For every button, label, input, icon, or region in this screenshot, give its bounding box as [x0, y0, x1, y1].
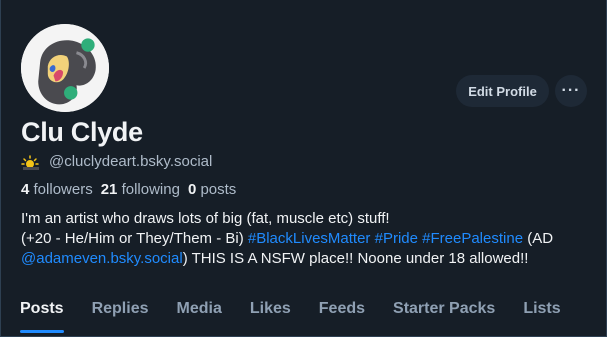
tab-label: Replies — [91, 300, 149, 317]
bio-text: (AD — [523, 230, 554, 247]
tab-replies[interactable]: Replies — [78, 290, 163, 336]
tab-label: Feeds — [318, 300, 366, 317]
handle-row: @cluclydeart.bsky.social — [21, 153, 212, 170]
mention-link[interactable]: @adameven.bsky.social — [21, 250, 183, 267]
profile-stats: 4 followers 21 following 0 posts — [21, 181, 236, 198]
ellipsis-icon: ··· — [561, 82, 581, 99]
profile-tabs: Posts Replies Media Likes Feeds Starter … — [1, 290, 606, 337]
posts-stat: 0 posts — [188, 181, 236, 198]
followers-label: followers — [33, 181, 93, 198]
tab-starter-packs[interactable]: Starter Packs — [379, 290, 509, 336]
tab-feeds[interactable]: Feeds — [305, 290, 379, 336]
posts-count: 0 — [187, 181, 197, 198]
bio-line-2: (+20 - He/Him or They/Them - Bi) #BlackL… — [21, 229, 591, 249]
tab-posts[interactable]: Posts — [1, 290, 78, 336]
edit-profile-button[interactable]: Edit Profile — [456, 75, 549, 107]
hashtag-link[interactable]: #FreePalestine — [422, 230, 523, 247]
profile-page: Edit Profile ··· Clu Clyde @cluclydeart.… — [0, 0, 607, 337]
hashtag-link[interactable]: #Pride — [375, 230, 418, 247]
handle[interactable]: @cluclydeart.bsky.social — [49, 153, 212, 170]
tab-likes[interactable]: Likes — [236, 290, 305, 336]
following-stat[interactable]: 21 following — [101, 181, 180, 198]
following-label: following — [121, 181, 180, 198]
tab-media[interactable]: Media — [163, 290, 236, 336]
tab-lists[interactable]: Lists — [509, 290, 574, 336]
bio-text: ) THIS IS A NSFW place!! Noone under 18 … — [182, 250, 529, 267]
posts-label: posts — [200, 181, 237, 198]
followers-count: 4 — [21, 181, 30, 198]
followers-stat[interactable]: 4 followers — [21, 181, 93, 198]
tab-label: Likes — [249, 300, 291, 317]
avatar[interactable] — [19, 22, 111, 114]
tab-label: Media — [176, 300, 222, 317]
avatar-artwork-icon — [21, 24, 109, 112]
display-name: Clu Clyde — [21, 117, 143, 147]
bio-text: (+20 - He/Him or They/Them - Bi) — [21, 230, 248, 247]
tab-label: Posts — [20, 300, 64, 317]
tab-label: Lists — [523, 300, 561, 317]
following-count: 21 — [100, 181, 118, 198]
tab-label: Starter Packs — [393, 300, 496, 317]
bio-line-3: @adameven.bsky.social) THIS IS A NSFW pl… — [21, 249, 591, 269]
sun-behind-cloud-icon — [21, 154, 41, 170]
active-tab-indicator — [20, 330, 64, 333]
profile-bio: I'm an artist who draws lots of big (fat… — [21, 209, 591, 269]
hashtag-link[interactable]: #BlackLivesMatter — [248, 230, 371, 247]
more-options-button[interactable]: ··· — [555, 75, 587, 107]
bio-line-1: I'm an artist who draws lots of big (fat… — [21, 210, 390, 227]
